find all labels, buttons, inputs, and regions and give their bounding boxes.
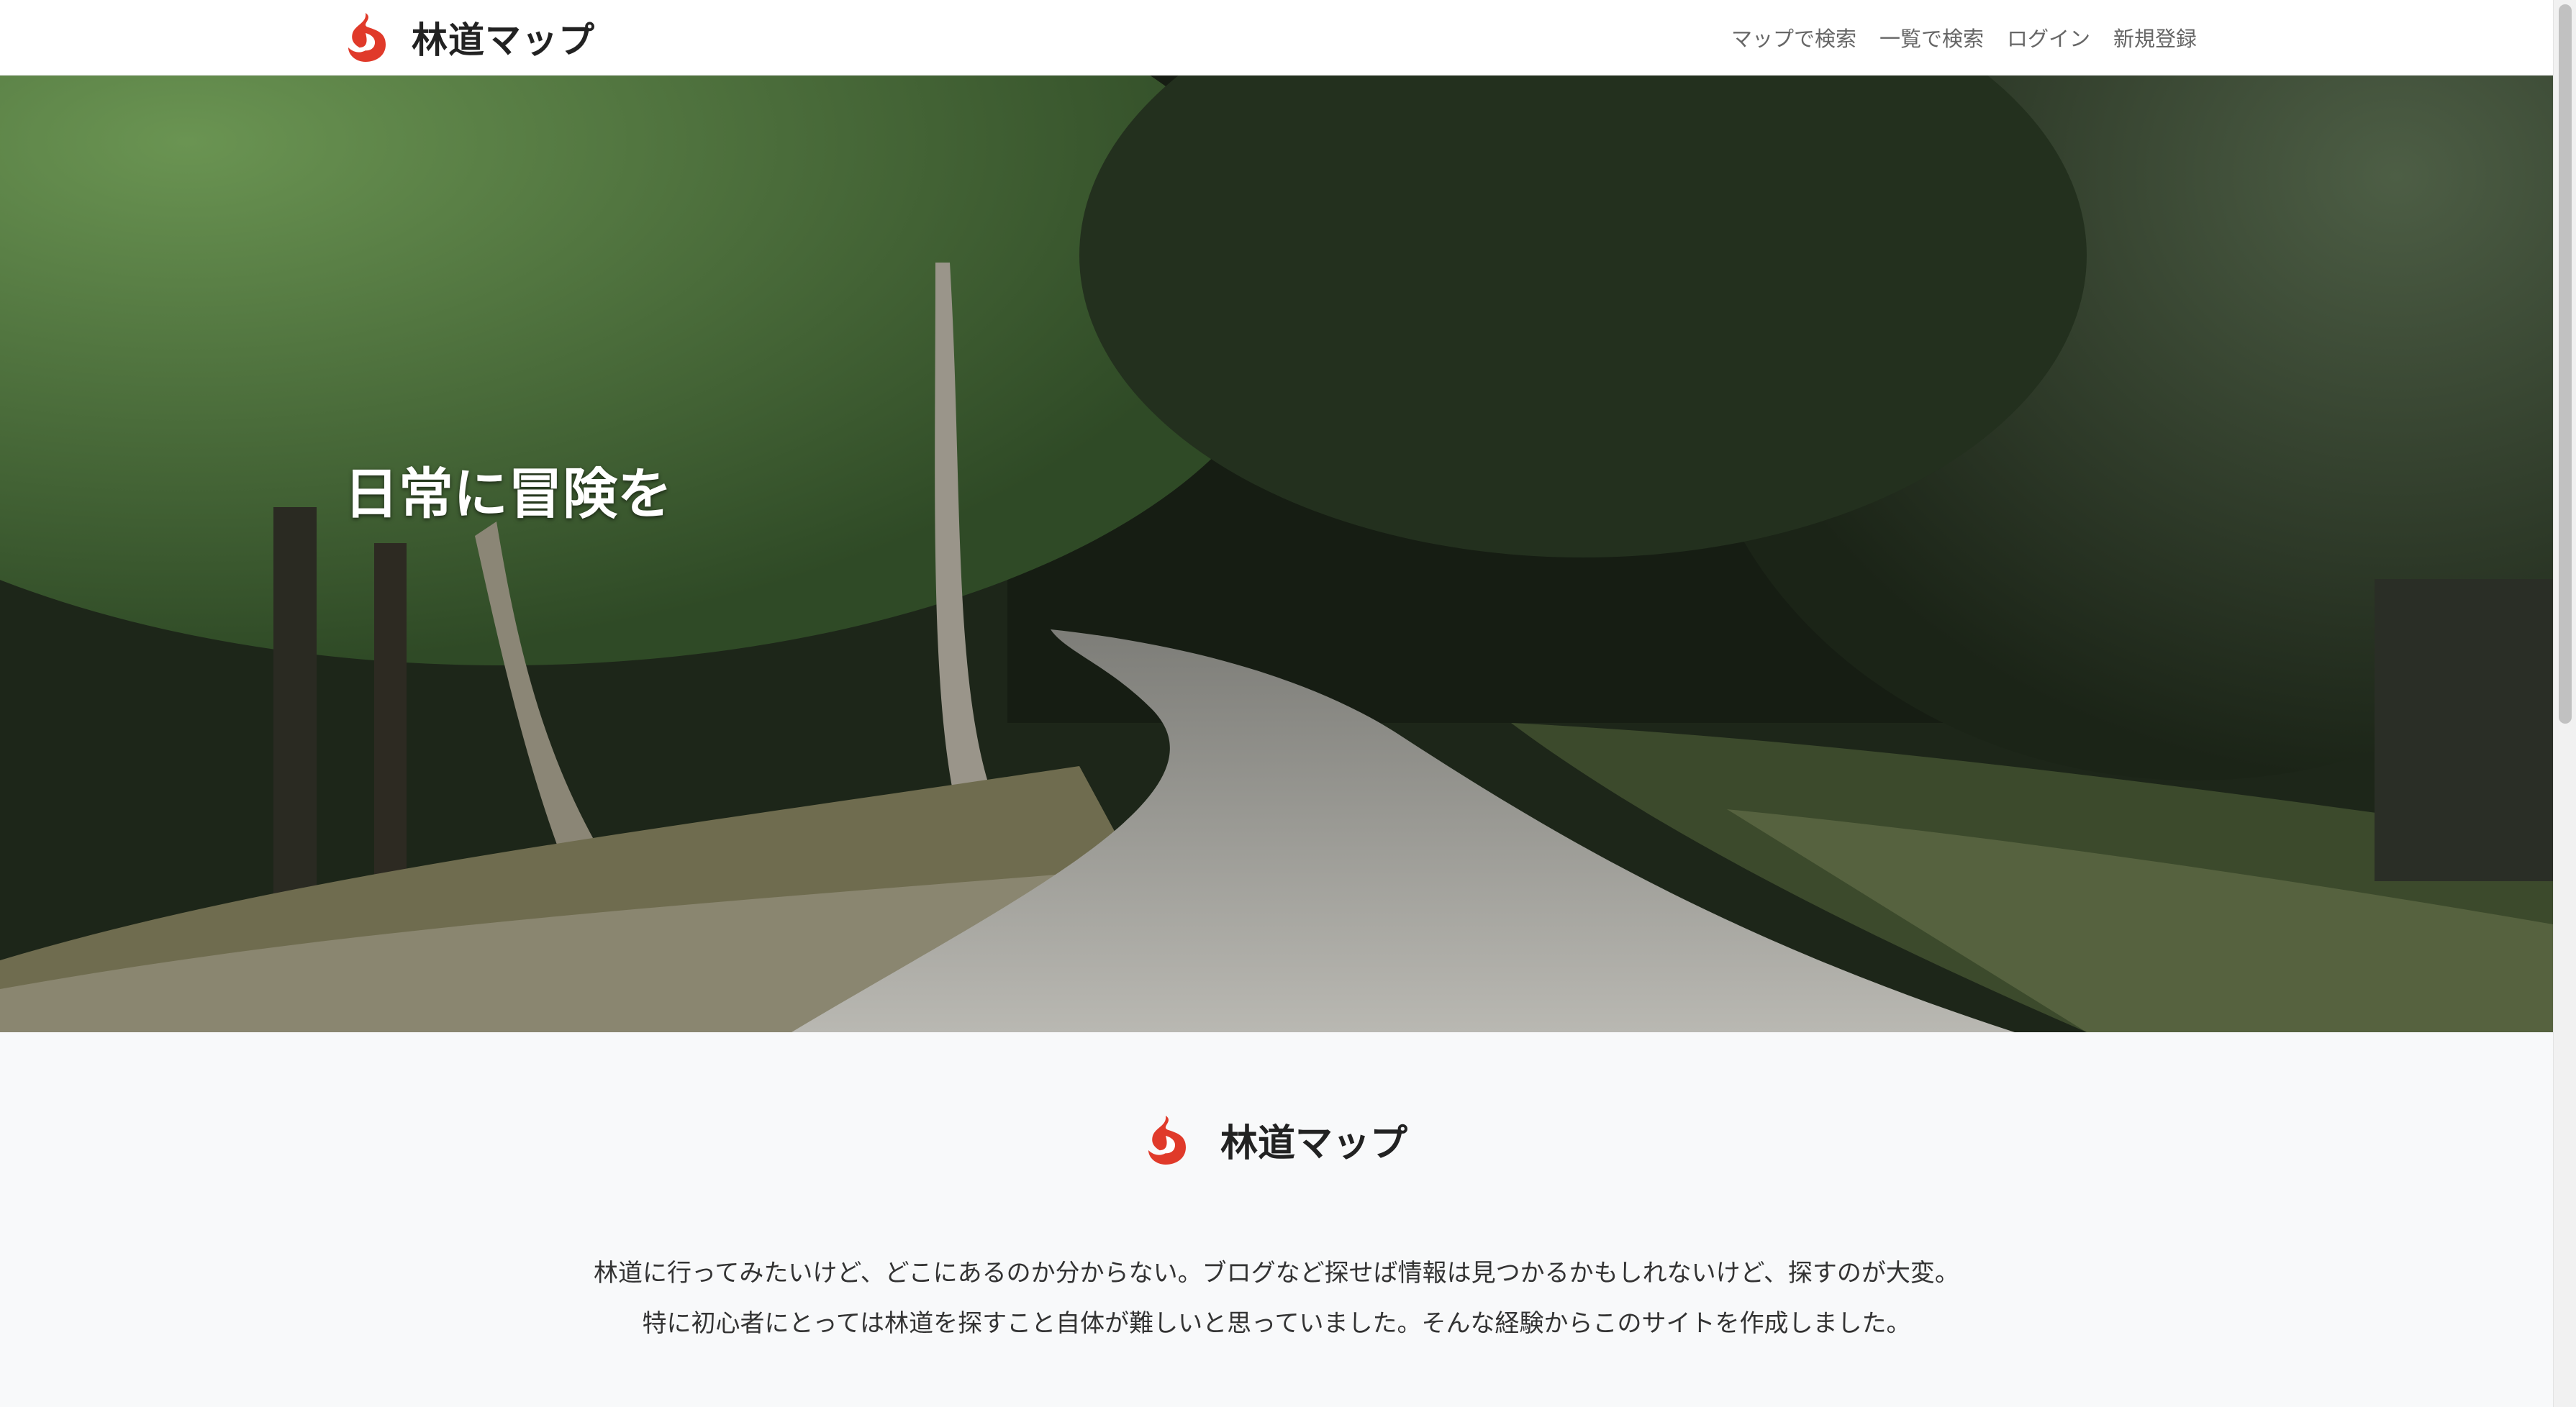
nav-links: マップで検索 一覧で検索 ログイン 新規登録 <box>1708 16 2197 59</box>
about-description: 林道に行ってみたいけど、どこにあるのか分からない。ブログなど探せば情報は見つかる… <box>0 1248 2553 1349</box>
about-brand: 林道マップ <box>1144 1113 1407 1167</box>
scrollbar-thumb[interactable] <box>2559 4 2572 724</box>
about-line-1: 林道に行ってみたいけど、どこにあるのか分からない。ブログなど探せば情報は見つかる… <box>594 1259 1959 1288</box>
flame-logo-icon <box>1148 1115 1186 1165</box>
forest-road-image <box>0 76 2553 1032</box>
hero-section: 日常に冒険を <box>0 76 2553 1032</box>
nav-map-search[interactable]: マップで検索 <box>1731 22 1856 53</box>
nav-login[interactable]: ログイン <box>2007 22 2090 53</box>
nav-list-search[interactable]: 一覧で検索 <box>1879 22 1984 53</box>
nav-signup[interactable]: 新規登録 <box>2113 22 2197 53</box>
top-navbar: 林道マップ マップで検索 一覧で検索 ログイン 新規登録 <box>0 0 2553 76</box>
about-section: 林道マップ 林道に行ってみたいけど、どこにあるのか分からない。ブログなど探せば情… <box>0 1032 2553 1407</box>
brand-name: 林道マップ <box>412 19 595 61</box>
hero-title: 日常に冒険を <box>344 462 672 526</box>
about-brand-name: 林道マップ <box>1220 1122 1408 1165</box>
page-scrollbar[interactable] <box>2553 0 2576 1407</box>
about-line-2: 特に初心者にとっては林道を探すこと自体が難しいと思っていました。そんな経験からこ… <box>642 1309 1911 1338</box>
flame-logo-icon <box>348 13 386 62</box>
brand-link[interactable]: 林道マップ <box>344 9 595 66</box>
